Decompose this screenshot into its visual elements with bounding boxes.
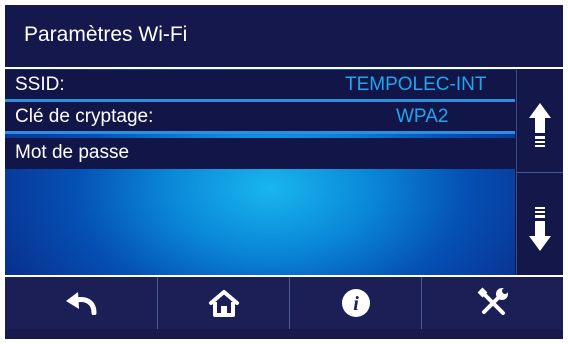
header-bar: Paramètres Wi-Fi bbox=[5, 5, 563, 67]
back-button[interactable] bbox=[5, 277, 157, 329]
footer-bar bbox=[5, 329, 563, 339]
ssid-label: SSID: bbox=[15, 74, 65, 95]
scroll-divider bbox=[517, 172, 563, 173]
encryption-value: WPA2 bbox=[396, 106, 449, 127]
info-button[interactable]: i bbox=[290, 277, 421, 329]
home-icon bbox=[208, 290, 239, 317]
encryption-label: Clé de cryptage: bbox=[15, 106, 154, 127]
settings-tools-button[interactable] bbox=[422, 277, 563, 329]
wifi-settings-screen: Paramètres Wi-Fi SSID: TEMPOLEC-INT Clé … bbox=[5, 5, 563, 339]
tools-icon bbox=[477, 287, 508, 315]
home-button[interactable] bbox=[158, 277, 289, 329]
ssid-row[interactable]: SSID: TEMPOLEC-INT bbox=[5, 70, 515, 102]
password-row[interactable]: Mot de passe bbox=[5, 138, 515, 169]
bottom-toolbar: i bbox=[5, 275, 563, 329]
page-title: Paramètres Wi-Fi bbox=[24, 23, 188, 46]
password-label: Mot de passe bbox=[15, 142, 130, 163]
info-icon: i bbox=[341, 289, 370, 317]
arrow-down-icon[interactable] bbox=[529, 207, 551, 257]
ssid-value: TEMPOLEC-INT bbox=[345, 74, 487, 95]
back-arrow-icon bbox=[66, 292, 97, 315]
encryption-row[interactable]: Clé de cryptage: WPA2 bbox=[5, 102, 515, 134]
settings-panel: SSID: TEMPOLEC-INT Clé de cryptage: WPA2… bbox=[5, 69, 515, 275]
scroll-panel bbox=[516, 69, 563, 275]
arrow-up-icon[interactable] bbox=[529, 103, 551, 153]
info-glyph: i bbox=[353, 293, 359, 315]
